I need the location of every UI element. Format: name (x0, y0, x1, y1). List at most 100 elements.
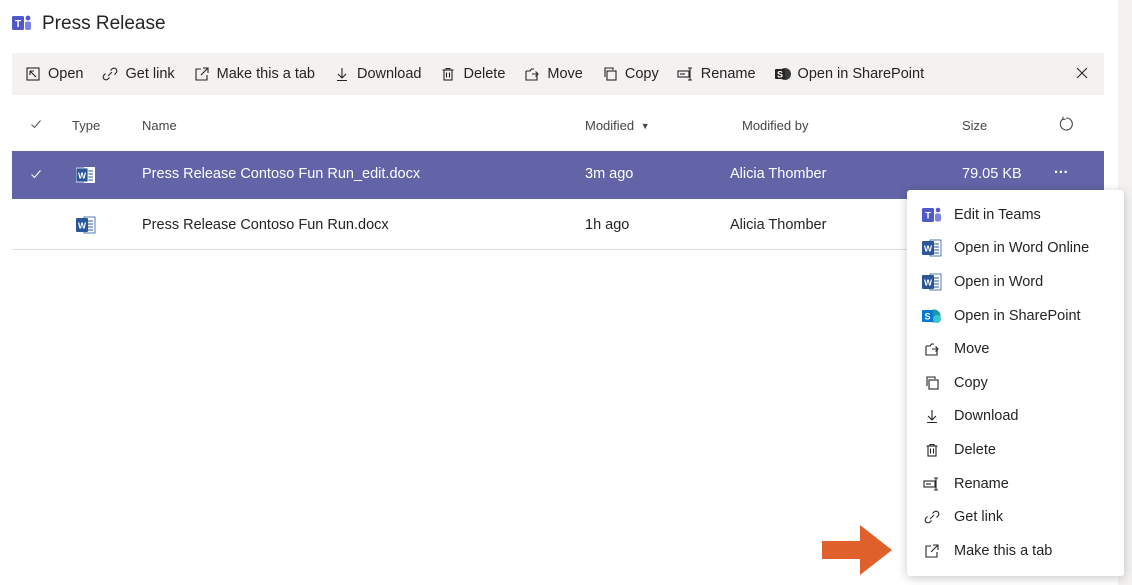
open-label: Open (48, 66, 84, 82)
svg-text:W: W (924, 244, 933, 254)
link-icon (922, 507, 942, 527)
menu-item-label: Copy (954, 374, 988, 391)
copy-label: Copy (624, 66, 659, 82)
menu-item-label: Move (954, 341, 990, 358)
rename-button[interactable]: Rename (677, 65, 756, 83)
teams-logo-icon: T (12, 14, 32, 34)
table-header: Type Name Modified ▼ Modified by Size (12, 104, 1104, 148)
svg-text:T: T (15, 19, 21, 30)
menu-item-copy[interactable]: Copy (907, 366, 1124, 400)
word-file-icon: W (76, 216, 96, 234)
column-type[interactable]: Type (72, 118, 100, 133)
open-icon (24, 65, 42, 83)
copy-icon (601, 65, 619, 83)
menu-item-delete[interactable]: Delete (907, 433, 1124, 467)
download-icon (922, 406, 942, 426)
menu-item-label: Open in Word (954, 273, 1044, 290)
menu-item-move[interactable]: Move (907, 332, 1124, 366)
teams-icon: T (922, 205, 942, 225)
make-tab-icon (922, 541, 942, 561)
get-link-button[interactable]: Get link (101, 65, 175, 83)
file-name[interactable]: Press Release Contoso Fun Run_edit.docx (142, 166, 420, 182)
file-modified-by: Alicia Thomber (730, 217, 827, 233)
command-toolbar: Open Get link Make this a tab Download D… (12, 53, 1104, 95)
file-modified: 1h ago (585, 217, 630, 233)
file-size: 79.05 KB (962, 166, 1022, 182)
column-size[interactable]: Size (962, 118, 987, 133)
word-file-icon: W (75, 166, 96, 184)
move-icon (523, 65, 541, 83)
word-icon: W (922, 272, 942, 292)
move-button[interactable]: Move (523, 65, 583, 83)
delete-label: Delete (463, 66, 506, 82)
menu-item-open-word[interactable]: W Open in Word (907, 265, 1124, 299)
page-title: Press Release (42, 13, 166, 34)
link-icon (101, 65, 119, 83)
menu-item-label: Open in Word Online (954, 240, 1090, 257)
row-checkmark[interactable] (30, 168, 42, 184)
menu-item-label: Rename (954, 475, 1009, 492)
move-icon (922, 339, 942, 359)
copy-icon (922, 373, 942, 393)
open-sharepoint-button[interactable]: S Open in SharePoint (774, 65, 925, 83)
menu-item-make-tab[interactable]: Make this a tab (907, 534, 1124, 568)
close-toolbar-button[interactable] (1072, 63, 1092, 83)
move-label: Move (547, 66, 583, 82)
checkmark-icon (31, 170, 41, 179)
sharepoint-icon: S (774, 65, 792, 83)
download-icon (333, 65, 351, 83)
pointer-arrow-icon (822, 525, 892, 575)
sort-down-icon: ▼ (640, 121, 650, 131)
file-modified-by: Alicia Thomber (730, 166, 827, 182)
refresh-icon (1059, 116, 1073, 131)
menu-item-get-link[interactable]: Get link (907, 500, 1124, 534)
delete-icon (922, 440, 942, 460)
svg-text:S: S (924, 311, 930, 321)
menu-item-open-sharepoint[interactable]: S Open in SharePoint (907, 299, 1124, 333)
refresh-button[interactable] (1058, 116, 1074, 135)
menu-item-label: Get link (954, 509, 1004, 526)
svg-text:S: S (777, 70, 783, 80)
checkmark-icon (31, 120, 41, 129)
column-modified-label: Modified (585, 118, 635, 133)
make-tab-label: Make this a tab (216, 66, 315, 82)
delete-icon (439, 65, 457, 83)
menu-item-rename[interactable]: Rename (907, 467, 1124, 501)
svg-text:W: W (924, 277, 933, 287)
file-context-menu: T Edit in Teams W Open in Word Online W … (907, 190, 1124, 576)
word-icon: W (922, 238, 942, 258)
rename-icon (922, 474, 942, 494)
rename-icon (677, 65, 695, 83)
file-name[interactable]: Press Release Contoso Fun Run.docx (142, 217, 389, 233)
svg-text:T: T (925, 210, 931, 221)
make-tab-button[interactable]: Make this a tab (193, 65, 315, 83)
menu-item-edit-in-teams[interactable]: T Edit in Teams (907, 198, 1124, 232)
select-all-checkmark[interactable] (30, 118, 42, 133)
menu-item-label: Edit in Teams (954, 206, 1041, 223)
rename-label: Rename (700, 66, 756, 82)
sharepoint-icon: S (922, 306, 942, 326)
menu-item-label: Open in SharePoint (954, 307, 1081, 324)
column-modified-by[interactable]: Modified by (742, 118, 808, 133)
svg-text:W: W (78, 171, 87, 181)
make-tab-icon (193, 65, 211, 83)
get-link-label: Get link (125, 66, 175, 82)
delete-button[interactable]: Delete (439, 65, 505, 83)
copy-button[interactable]: Copy (601, 65, 659, 83)
svg-text:W: W (78, 221, 87, 231)
open-sharepoint-label: Open in SharePoint (797, 66, 925, 82)
download-button[interactable]: Download (333, 65, 422, 83)
column-name[interactable]: Name (142, 118, 177, 133)
menu-item-download[interactable]: Download (907, 400, 1124, 434)
title-bar: T Press Release (12, 10, 166, 38)
download-label: Download (356, 66, 422, 82)
menu-item-label: Delete (954, 441, 996, 458)
close-icon (1076, 67, 1088, 79)
file-modified: 3m ago (585, 166, 634, 182)
more-options-button[interactable]: ··· (1054, 165, 1069, 181)
open-button[interactable]: Open (24, 65, 83, 83)
menu-item-label: Download (954, 408, 1019, 425)
menu-item-label: Make this a tab (954, 542, 1053, 559)
column-modified[interactable]: Modified ▼ (585, 118, 650, 133)
menu-item-open-word-online[interactable]: W Open in Word Online (907, 232, 1124, 266)
